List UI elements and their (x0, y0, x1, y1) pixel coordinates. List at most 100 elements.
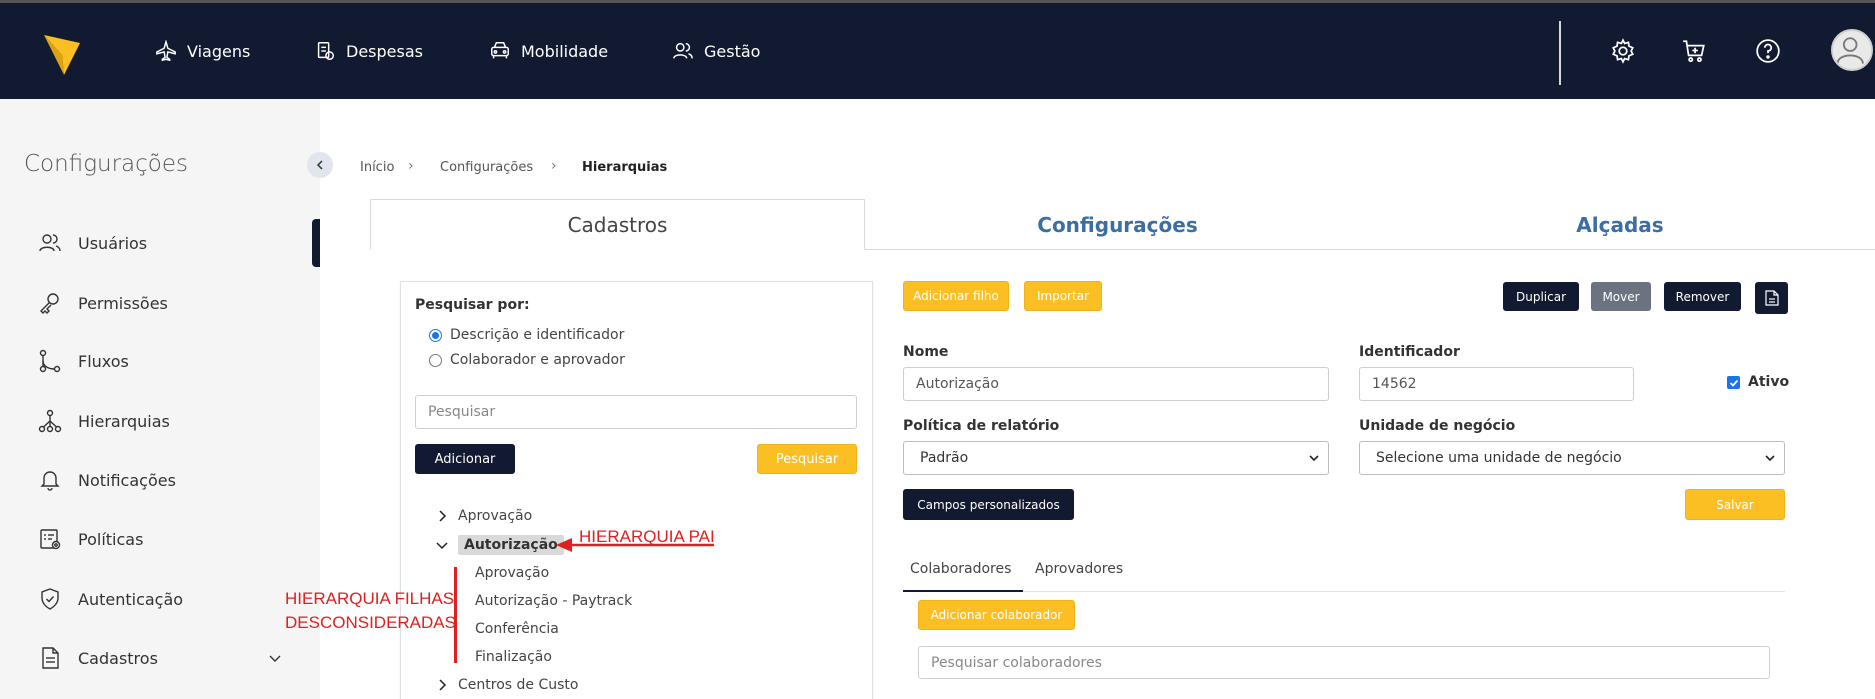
sidebar-item-label: Autenticação (78, 589, 184, 609)
nav-label: Despesas (346, 41, 423, 61)
identifier-input[interactable]: 14562 (1359, 367, 1634, 401)
save-button[interactable]: Salvar (1685, 489, 1785, 520)
cart-icon[interactable] (1681, 38, 1707, 64)
tree-child-aprovacao[interactable]: Aprovação (475, 565, 549, 581)
duplicate-button[interactable]: Duplicar (1503, 282, 1579, 311)
tree-item-label: Autorização (458, 535, 564, 555)
file-icon (1764, 290, 1779, 306)
tab-configuracoes[interactable]: Configurações (865, 199, 1370, 250)
sidebar-active-indicator (312, 219, 320, 267)
select-value: Selecione uma unidade de negócio (1376, 450, 1622, 466)
report-policy-label: Política de relatório (903, 418, 1060, 434)
sidebar-item-label: Usuários (78, 233, 148, 253)
breadcrumb-inicio[interactable]: Início (360, 160, 394, 175)
nav-mobilidade[interactable]: Mobilidade (489, 40, 608, 62)
report-policy-select[interactable]: Padrão (903, 441, 1329, 475)
tree-item-label: Centros de Custo (458, 677, 579, 693)
breadcrumb-separator: › (408, 158, 414, 174)
annotation-children-line1: HIERARQUIA FILHAS (285, 589, 455, 608)
custom-fields-button[interactable]: Campos personalizados (903, 489, 1074, 520)
subtabs-divider (903, 591, 1785, 592)
sidebar-item-autenticacao[interactable]: Autenticação (38, 587, 183, 611)
nav-despesas[interactable]: Despesas (314, 40, 423, 62)
tree-child-finalizacao[interactable]: Finalização (475, 649, 552, 665)
plane-icon (156, 40, 176, 62)
tree-item-label: Autorização - Paytrack (475, 593, 633, 609)
chevron-down-icon (269, 655, 281, 662)
tree-item-centros-de-custo[interactable]: Centros de Custo (436, 677, 578, 693)
subtab-aprovadores[interactable]: Aprovadores (1035, 561, 1123, 577)
chevron-down-icon[interactable] (436, 539, 448, 551)
breadcrumb-hierarquias: Hierarquias (582, 160, 668, 175)
sidebar-item-fluxos[interactable]: Fluxos (38, 349, 129, 373)
tab-alcadas[interactable]: Alçadas (1370, 199, 1870, 250)
collaborators-search-input[interactable]: Pesquisar colaboradores (918, 646, 1770, 679)
tab-cadastros[interactable]: Cadastros (370, 199, 865, 250)
sidebar-item-usuarios[interactable]: Usuários (38, 231, 147, 255)
radio-button[interactable] (429, 328, 442, 342)
import-button[interactable]: Importar (1024, 281, 1102, 311)
gear-icon[interactable] (1610, 38, 1636, 64)
identifier-label: Identificador (1359, 344, 1460, 360)
subtab-active-indicator (903, 590, 1023, 592)
nav-label: Viagens (187, 41, 251, 61)
sidebar-item-hierarquias[interactable]: Hierarquias (38, 409, 170, 433)
tree-child-conferencia[interactable]: Conferência (475, 621, 559, 637)
document-icon (42, 647, 59, 669)
add-collaborator-button[interactable]: Adicionar colaborador (918, 600, 1075, 630)
radio-description-identifier[interactable]: Descrição e identificador (429, 327, 624, 343)
check-icon (1729, 379, 1738, 387)
sidebar-item-politicas[interactable]: Políticas (38, 527, 143, 551)
avatar[interactable] (1831, 29, 1873, 71)
annotation-parent-hierarchy: HIERARQUIA PAI (579, 527, 715, 546)
shield-icon (41, 588, 59, 610)
name-input[interactable]: Autorização (903, 367, 1329, 401)
hierarchy-icon (38, 409, 62, 433)
remove-button[interactable]: Remover (1664, 282, 1741, 311)
top-navbar: Viagens Despesas Mobilidade Gestão (0, 0, 1875, 99)
tree-item-label: Aprovação (458, 508, 533, 524)
active-label: Ativo (1748, 374, 1790, 390)
search-button[interactable]: Pesquisar (757, 444, 857, 474)
tree-child-autorizacao-paytrack[interactable]: Autorização - Paytrack (475, 593, 632, 609)
nav-viagens[interactable]: Viagens (155, 40, 250, 62)
logo-icon[interactable] (44, 31, 80, 75)
export-document-button[interactable] (1755, 282, 1788, 314)
add-child-button[interactable]: Adicionar filho (903, 281, 1009, 311)
subtab-colaboradores[interactable]: Colaboradores (910, 561, 1011, 577)
sidebar-item-permissoes[interactable]: Permissões (38, 291, 168, 315)
add-button[interactable]: Adicionar (415, 444, 515, 474)
chevron-right-icon[interactable] (436, 679, 448, 691)
radio-button[interactable] (429, 353, 442, 367)
business-unit-select[interactable]: Selecione uma unidade de negócio (1359, 441, 1785, 475)
users-icon (39, 234, 61, 252)
nav-gestao[interactable]: Gestão (672, 40, 760, 62)
tree-search-input[interactable]: Pesquisar (415, 395, 857, 429)
breadcrumb-configuracoes[interactable]: Configurações (440, 160, 533, 175)
chevron-right-icon[interactable] (436, 510, 448, 522)
tree-item-label: Aprovação (475, 565, 550, 581)
name-label: Nome (903, 344, 949, 360)
business-unit-label: Unidade de negócio (1359, 418, 1516, 434)
breadcrumb-separator: › (551, 158, 557, 174)
tree-item-label: Finalização (475, 649, 552, 665)
sidebar-item-cadastros[interactable]: Cadastros (38, 646, 282, 670)
users-icon (673, 42, 693, 59)
move-button[interactable]: Mover (1591, 282, 1651, 311)
tree-item-autorizacao[interactable]: Autorização (436, 535, 564, 555)
sidebar-item-label: Notificações (78, 470, 176, 490)
sidebar-item-label: Cadastros (78, 648, 158, 668)
active-checkbox[interactable] (1727, 376, 1740, 389)
key-icon (40, 293, 59, 314)
tree-item-aprovacao[interactable]: Aprovação (436, 508, 532, 524)
help-icon[interactable] (1755, 38, 1781, 64)
radio-label: Descrição e identificador (450, 327, 625, 343)
collapse-sidebar-button[interactable] (307, 152, 333, 178)
radio-collaborator-approver[interactable]: Colaborador e aprovador (429, 352, 625, 368)
sidebar-item-label: Permissões (78, 293, 168, 313)
search-by-label: Pesquisar por: (415, 297, 530, 313)
policy-icon (40, 529, 61, 550)
sidebar-item-label: Hierarquias (78, 411, 170, 431)
sidebar-item-notificacoes[interactable]: Notificações (38, 468, 176, 492)
sidebar: Configurações Usuários Permissões Fluxos… (0, 99, 320, 699)
